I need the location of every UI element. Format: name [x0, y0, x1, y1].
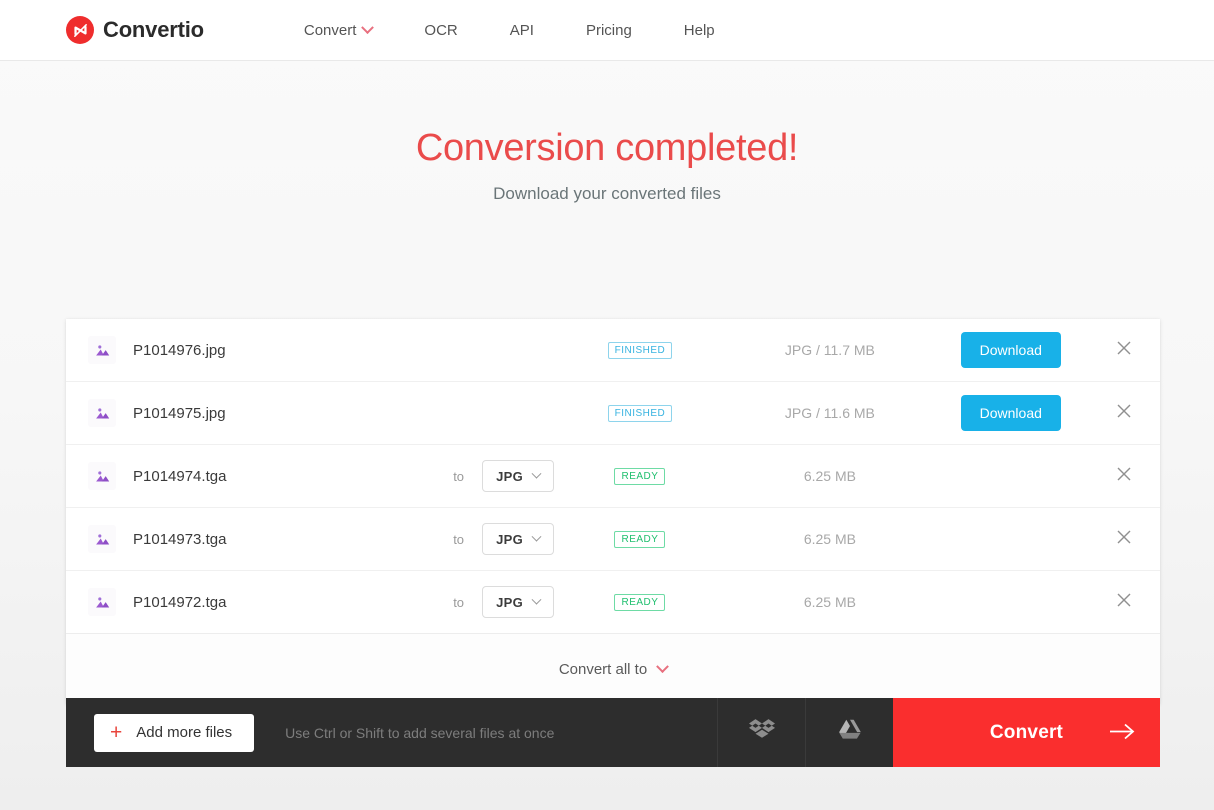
- page-root: Convertio Convert OCR API Pricing Help C…: [0, 0, 1214, 810]
- dropbox-button[interactable]: [717, 698, 805, 767]
- close-icon: [1114, 338, 1134, 363]
- to-label: to: [453, 594, 465, 610]
- format-select-value: JPG: [496, 531, 523, 547]
- format-select-slot: JPG: [464, 523, 555, 555]
- chevron-down-icon: [361, 20, 375, 34]
- file-name: P1014975.jpg: [133, 404, 226, 422]
- plus-icon: +: [110, 721, 123, 744]
- status-badge: FINISHED: [607, 404, 673, 422]
- nav-item-help[interactable]: Help: [658, 22, 741, 39]
- nav-label: Pricing: [585, 21, 632, 39]
- table-row: P1014975.jpg FINISHED JPG / 11.6 MB Downloa…: [66, 382, 1160, 445]
- remove-file-button[interactable]: [1088, 590, 1160, 615]
- convertio-logo-icon: [66, 16, 94, 44]
- to-label: to: [453, 531, 465, 547]
- file-size: JPG / 11.6 MB: [784, 405, 875, 421]
- status-badge: READY: [614, 593, 666, 611]
- format-select[interactable]: JPG: [482, 523, 555, 555]
- convert-button-label: Convert: [989, 721, 1064, 743]
- multi-select-hint: Use Ctrl or Shift to add several files a…: [285, 724, 555, 741]
- chevron-down-icon: [531, 594, 542, 605]
- close-icon: [1114, 464, 1134, 489]
- file-size: 6.25 MB: [803, 468, 856, 484]
- table-row: P1014974.tga to JPG READY 6.25 MB: [66, 445, 1160, 508]
- format-select[interactable]: JPG: [482, 460, 555, 492]
- format-select-slot: JPG: [464, 460, 555, 492]
- main-nav: Convert OCR API Pricing Help: [303, 20, 741, 39]
- format-select-value: JPG: [496, 594, 523, 610]
- google-drive-button[interactable]: [805, 698, 893, 767]
- chevron-down-icon: [531, 468, 542, 479]
- convert-all-to-dropdown[interactable]: Convert all to: [66, 634, 1160, 704]
- file-size: JPG / 11.7 MB: [784, 342, 875, 358]
- nav-item-api[interactable]: API: [484, 22, 560, 39]
- file-size: 6.25 MB: [803, 531, 856, 547]
- logo[interactable]: Convertio: [66, 16, 204, 44]
- status-slot: READY: [554, 530, 726, 548]
- nav-label: OCR: [424, 21, 458, 39]
- table-row: P1014972.tga to JPG READY 6.25 MB: [66, 571, 1160, 634]
- close-icon: [1114, 401, 1134, 426]
- add-more-files-label: Add more files: [136, 724, 233, 741]
- chevron-down-icon: [531, 531, 542, 542]
- convert-all-label: Convert all to: [558, 660, 648, 678]
- hero-section: Conversion completed! Download your conv…: [0, 61, 1214, 204]
- dropbox-icon: [748, 717, 775, 748]
- status-badge: READY: [614, 530, 666, 548]
- nav-item-ocr[interactable]: OCR: [398, 22, 483, 39]
- page-title: Conversion completed!: [415, 127, 799, 169]
- site-header: Convertio Convert OCR API Pricing Help: [0, 0, 1214, 61]
- format-select-slot: JPG: [464, 586, 555, 618]
- to-label: to: [453, 468, 465, 484]
- file-list-card: P1014976.jpg FINISHED JPG / 11.7 MB Downloa…: [66, 319, 1160, 704]
- arrow-right-icon: [1108, 722, 1136, 743]
- file-name: P1014972.tga: [133, 593, 227, 611]
- nav-label: API: [509, 21, 534, 39]
- convert-button[interactable]: Convert: [893, 698, 1160, 767]
- status-slot: READY: [554, 467, 726, 485]
- remove-file-button[interactable]: [1088, 338, 1160, 363]
- table-row: P1014976.jpg FINISHED JPG / 11.7 MB Downloa…: [66, 319, 1160, 382]
- status-badge: READY: [614, 467, 666, 485]
- download-button[interactable]: Download: [960, 332, 1061, 368]
- status-slot: FINISHED: [554, 341, 726, 359]
- image-file-icon: [88, 525, 116, 553]
- chevron-down-icon: [656, 659, 670, 673]
- action-slot: Download: [934, 395, 1088, 431]
- format-select[interactable]: JPG: [482, 586, 555, 618]
- download-button[interactable]: Download: [960, 395, 1061, 431]
- bottom-action-bar: + Add more files Use Ctrl or Shift to ad…: [66, 698, 1160, 767]
- close-icon: [1114, 527, 1134, 552]
- file-list: P1014976.jpg FINISHED JPG / 11.7 MB Downloa…: [66, 319, 1160, 634]
- action-slot: Download: [934, 332, 1088, 368]
- file-name: P1014973.tga: [133, 530, 227, 548]
- image-file-icon: [88, 336, 116, 364]
- nav-label: Help: [683, 21, 715, 39]
- google-drive-icon: [837, 717, 863, 748]
- remove-file-button[interactable]: [1088, 464, 1160, 489]
- remove-file-button[interactable]: [1088, 527, 1160, 552]
- file-name: P1014976.jpg: [133, 341, 226, 359]
- nav-item-convert[interactable]: Convert: [303, 20, 399, 39]
- file-size: 6.25 MB: [803, 594, 856, 610]
- image-file-icon: [88, 462, 116, 490]
- remove-file-button[interactable]: [1088, 401, 1160, 426]
- image-file-icon: [88, 399, 116, 427]
- file-name: P1014974.tga: [133, 467, 227, 485]
- format-select-value: JPG: [496, 468, 523, 484]
- close-icon: [1114, 590, 1134, 615]
- add-more-files-button[interactable]: + Add more files: [94, 713, 255, 752]
- image-file-icon: [88, 588, 116, 616]
- status-badge: FINISHED: [607, 341, 673, 359]
- table-row: P1014973.tga to JPG READY 6.25 MB: [66, 508, 1160, 571]
- page-subtitle: Download your converted files: [493, 183, 721, 203]
- logo-text: Convertio: [103, 17, 204, 42]
- nav-item-pricing[interactable]: Pricing: [560, 22, 658, 39]
- status-slot: FINISHED: [554, 404, 726, 422]
- status-slot: READY: [554, 593, 726, 611]
- nav-label: Convert: [303, 21, 357, 39]
